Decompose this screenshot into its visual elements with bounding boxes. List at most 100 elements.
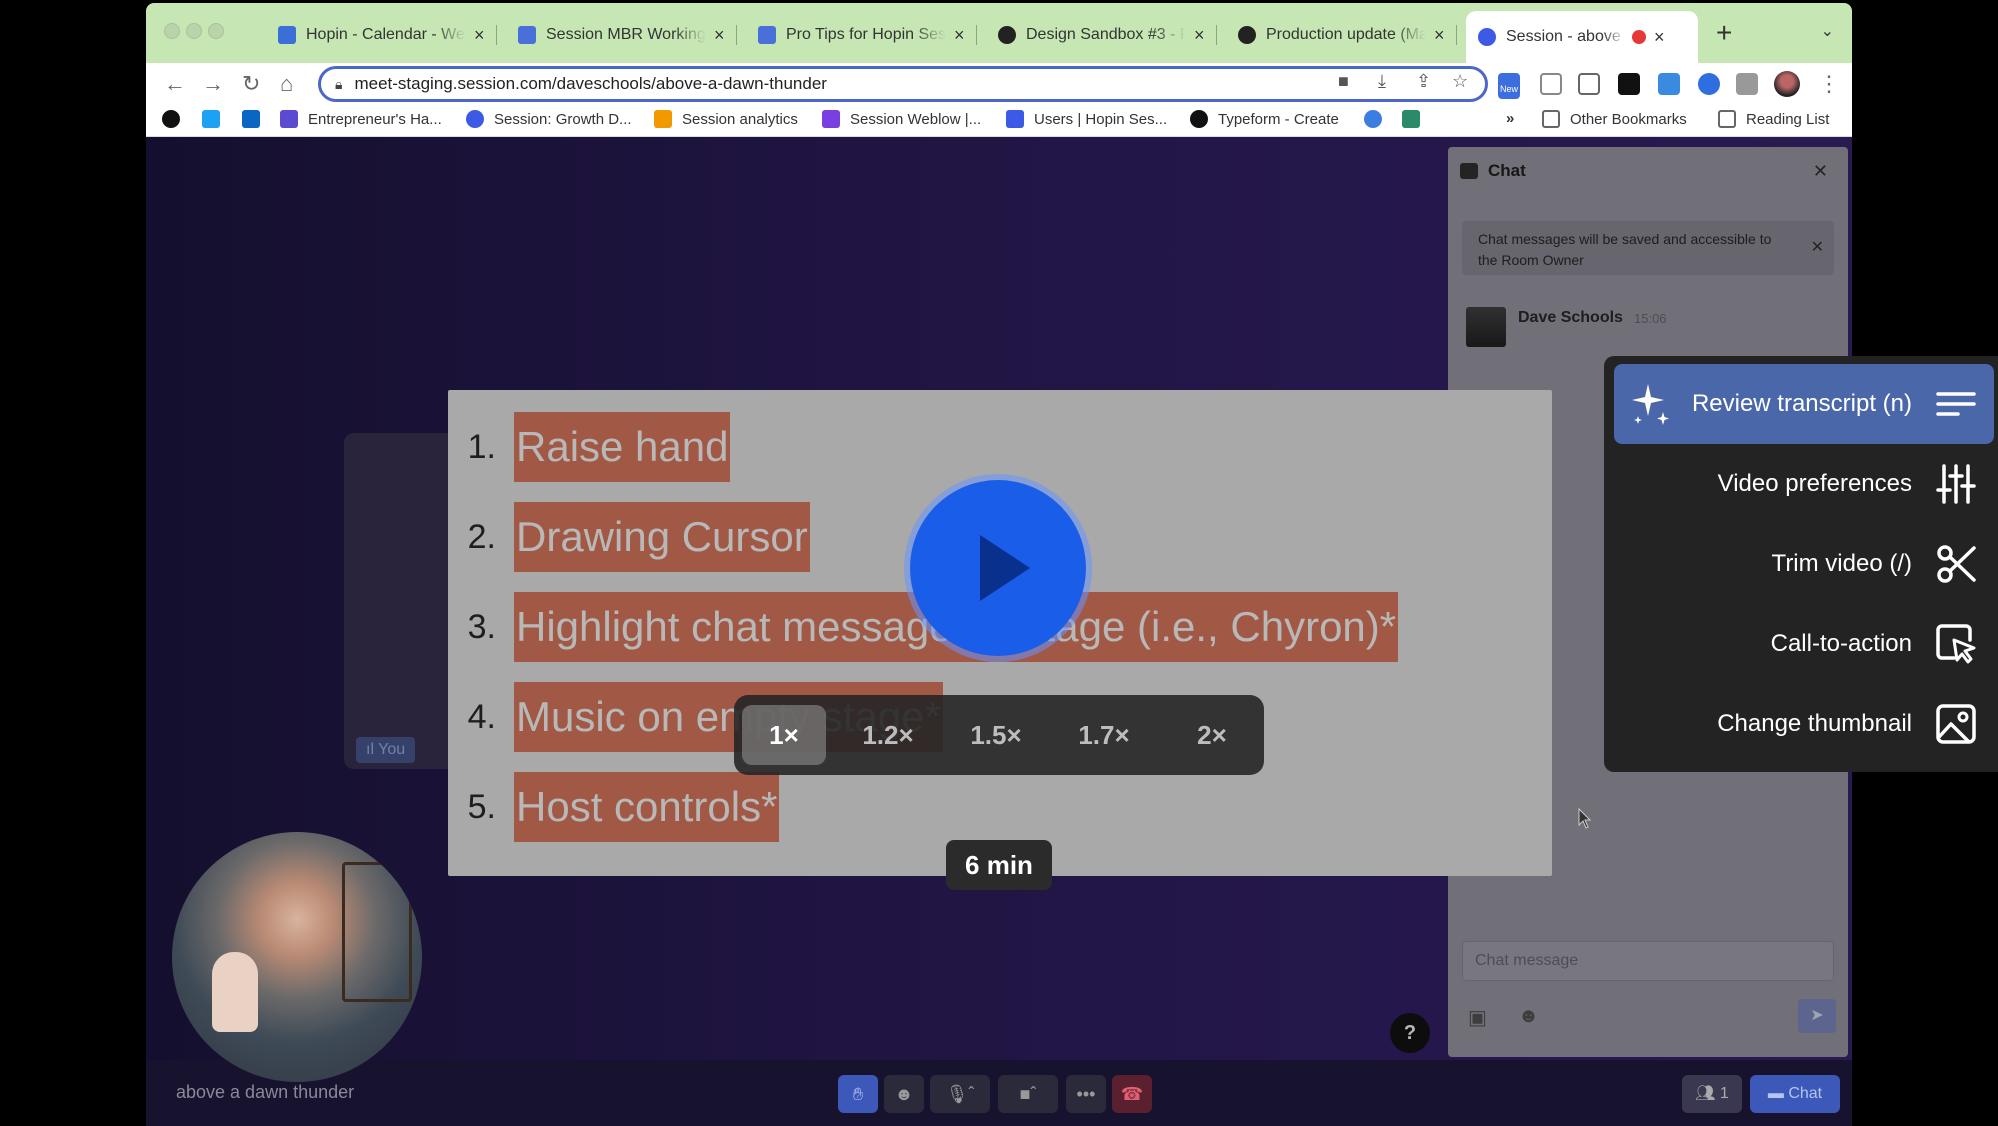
tab-production-update[interactable]: Production update (Ma × (1226, 15, 1457, 55)
tab-session-active[interactable]: Session - above a × (1466, 11, 1698, 63)
bookmark-icon (280, 110, 298, 128)
lock-icon: 🔒︎ (335, 75, 343, 92)
tab-pro-tips[interactable]: Pro Tips for Hopin Sess × (746, 15, 977, 55)
tab-title: Hopin - Calendar - Wee (306, 26, 466, 43)
edit-icon[interactable] (1578, 73, 1600, 95)
grammarly-icon[interactable] (1618, 73, 1640, 95)
close-window-button[interactable] (164, 23, 180, 39)
star-icon[interactable]: ☆ (1452, 71, 1468, 92)
other-bookmarks[interactable]: Other Bookmarks (1542, 110, 1687, 128)
background-shelf (342, 862, 412, 1002)
close-tab-icon[interactable]: × (474, 25, 485, 46)
close-tab-icon[interactable]: × (954, 25, 965, 46)
bookmark-item[interactable]: Session: Growth D... (466, 110, 632, 128)
zoom-window-button[interactable] (208, 23, 224, 39)
bookmark-item[interactable] (162, 110, 190, 128)
tab-design-sandbox[interactable]: Design Sandbox #3 - P × (986, 15, 1217, 55)
bookmarks-overflow-button[interactable]: » (1506, 110, 1514, 127)
presenter-hand (212, 952, 258, 1032)
bookmark-icon (1006, 110, 1024, 128)
minimize-window-button[interactable] (186, 23, 202, 39)
menu-item-review-transcript[interactable]: Review transcript (n) (1614, 364, 1994, 444)
extension-new-icon[interactable]: New (1498, 73, 1520, 99)
speed-option-1x[interactable]: 1× (742, 705, 826, 765)
participants-button[interactable]: 👥︎ 1 (1682, 1075, 1742, 1113)
overflow-label: » (1506, 110, 1515, 127)
forward-icon[interactable]: → (202, 71, 224, 97)
camera-icon[interactable]: ■ (1338, 71, 1349, 92)
microphone-button[interactable]: 🎙︎ˆ (930, 1075, 990, 1113)
chat-toggle-button[interactable]: ▬ Chat (1750, 1075, 1840, 1113)
chevron-down-icon[interactable]: ⌄ (1821, 21, 1834, 41)
menu-item-call-to-action[interactable]: Call-to-action (1614, 604, 1994, 684)
twitter-icon (202, 110, 220, 128)
speed-label: 1× (769, 720, 799, 750)
close-tab-icon[interactable]: × (1654, 27, 1665, 48)
reading-list[interactable]: Reading List (1718, 110, 1829, 128)
close-tab-icon[interactable]: × (1194, 25, 1205, 46)
linkedin-icon (242, 110, 260, 128)
camera-button[interactable]: ■ˆ (998, 1075, 1058, 1113)
bookmark-item[interactable]: Users | Hopin Ses... (1006, 110, 1167, 128)
presenter-webcam-bubble[interactable] (172, 832, 422, 1082)
tab-title: Session - above a (1506, 28, 1626, 45)
address-bar[interactable]: 🔒︎ meet-staging.session.com/daveschools/… (318, 66, 1488, 102)
profile-avatar[interactable] (1774, 71, 1800, 97)
bookmark-item[interactable]: Entrepreneur's Ha... (280, 110, 442, 128)
menu-item-video-preferences[interactable]: Video preferences (1614, 444, 1994, 524)
menu-item-trim-video[interactable]: Trim video (/) (1614, 524, 1994, 604)
close-tab-icon[interactable]: × (714, 25, 725, 46)
session-logo-icon (466, 110, 484, 128)
bookmark-label: Session Weblow |... (850, 110, 982, 128)
bookmark-icon (1402, 110, 1420, 128)
bookmark-icon (1364, 110, 1382, 128)
play-button[interactable] (910, 480, 1086, 656)
share-icon[interactable]: ⇪ (1416, 71, 1431, 92)
menu-item-label: Call-to-action (1770, 630, 1912, 657)
new-tab-button[interactable]: + (1716, 17, 1732, 49)
reload-icon[interactable]: ↻ (242, 71, 260, 97)
url-text: meet-staging.session.com/daveschools/abo… (354, 74, 827, 93)
transcript-icon (1936, 392, 1976, 416)
back-icon[interactable]: ← (164, 71, 186, 97)
more-options-button[interactable]: ••• (1066, 1075, 1106, 1113)
bookmark-item[interactable]: Session analytics (654, 110, 798, 128)
close-tab-icon[interactable]: × (1434, 25, 1445, 46)
leave-call-button[interactable]: ☎︎ (1112, 1075, 1152, 1113)
mouse-cursor-icon (1578, 808, 1592, 829)
emoji-button[interactable]: ☻ (884, 1075, 924, 1113)
bookmark-item[interactable]: Typeform - Create (1190, 110, 1339, 128)
speed-option-1-5x[interactable]: 1.5× (954, 705, 1038, 765)
home-icon[interactable]: ⌂ (280, 71, 293, 97)
bookmark-label: Typeform - Create (1218, 110, 1339, 128)
screenshot-icon[interactable] (1540, 73, 1562, 95)
install-icon[interactable]: ⤓ (1378, 71, 1386, 92)
menu-item-label: Video preferences (1717, 470, 1912, 497)
video-actions-menu: Review transcript (n) Video preferences … (1604, 356, 1998, 772)
bookmark-item[interactable] (202, 110, 230, 128)
sparkles-icon (1632, 384, 1669, 425)
puzzle-icon[interactable] (1736, 73, 1758, 95)
menu-item-label: Trim video (/) (1771, 550, 1912, 577)
bookmark-item[interactable] (1402, 110, 1430, 128)
bookmark-item[interactable]: Session Weblow |... (822, 110, 981, 128)
play-icon (980, 535, 1030, 601)
loom-icon[interactable] (1698, 73, 1720, 95)
reading-list-icon (1718, 110, 1736, 128)
speed-option-1-2x[interactable]: 1.2× (846, 705, 930, 765)
tab-calendar[interactable]: Hopin - Calendar - Wee × (266, 15, 497, 55)
raise-hand-button[interactable]: ✋︎ (838, 1075, 878, 1113)
speed-option-2x[interactable]: 2× (1170, 705, 1254, 765)
bookmark-label: Other Bookmarks (1570, 110, 1687, 128)
speed-option-1-7x[interactable]: 1.7× (1062, 705, 1146, 765)
menu-item-change-thumbnail[interactable]: Change thumbnail (1614, 684, 1994, 764)
extension-icon[interactable] (1658, 73, 1680, 95)
bookmark-item[interactable] (1364, 110, 1392, 128)
docs-icon (758, 26, 776, 44)
calendar-icon (278, 26, 296, 44)
tab-mbr[interactable]: Session MBR Working × (506, 15, 737, 55)
kebab-menu-icon[interactable]: ⋮ (1818, 71, 1840, 97)
bookmark-item[interactable] (242, 110, 270, 128)
tab-strip: Hopin - Calendar - Wee × Session MBR Wor… (146, 3, 1852, 63)
bookmarks-bar: Entrepreneur's Ha... Session: Growth D..… (146, 105, 1852, 137)
